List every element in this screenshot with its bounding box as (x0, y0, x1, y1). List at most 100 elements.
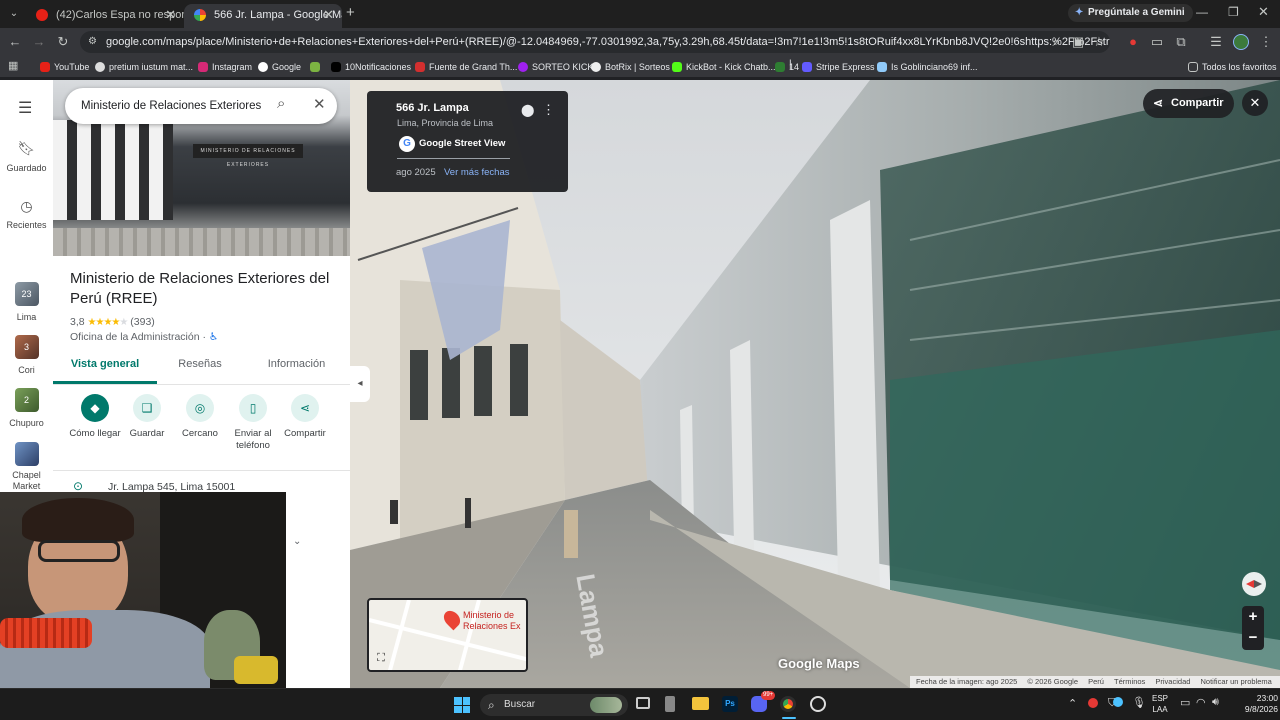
photoshop-icon[interactable]: Ps (722, 696, 738, 712)
street-view-pane[interactable]: Lampa 566 Jr. Lampa Lima, Provincia de L… (350, 80, 1280, 688)
gemini-button[interactable]: ✦ Pregúntale a Gemini (1068, 4, 1193, 22)
history-icon: ◷ (20, 198, 33, 214)
more-options-icon[interactable]: ⋮ (542, 102, 555, 118)
bookmark-fuente-gta[interactable]: Fuente de Grand Th... (415, 59, 517, 75)
minimap[interactable]: Ministerio de Relaciones Ex ⛶ (367, 598, 528, 672)
wifi-icon[interactable]: ◠ (1196, 696, 1206, 709)
place-category[interactable]: Oficina de la Administración (70, 331, 200, 343)
file-explorer-icon[interactable] (692, 697, 709, 710)
bookmark-stripe[interactable]: Stripe Express (802, 59, 875, 75)
forward-icon[interactable]: → (30, 33, 48, 51)
display-icon[interactable]: ▭ (1180, 696, 1190, 709)
zoom-icon[interactable]: ⌕ (1047, 33, 1065, 51)
bookmark-10notificaciones[interactable]: 10Notificaciones (331, 59, 411, 75)
address-bar[interactable]: ⚙ google.com/maps/place/Ministerio+de+Re… (80, 31, 1110, 53)
bookmark-instagram[interactable]: Instagram (198, 59, 252, 75)
tab-youtube[interactable]: (42)Carlos Espa no responde al ✕ (26, 4, 184, 28)
taskbar-search[interactable]: ⌕ Buscar (480, 694, 628, 716)
bookmark-google[interactable]: Google (258, 59, 301, 75)
place-thumbnail (14, 442, 39, 466)
bookmark-star-icon[interactable]: ☆ (1090, 33, 1108, 51)
reload-icon[interactable]: ↻ (54, 33, 72, 51)
minimize-button[interactable]: — (1196, 5, 1208, 19)
zoom-out-button[interactable]: − (1242, 628, 1264, 650)
map-pin-icon[interactable]: ⬤ (521, 103, 534, 117)
extensions-puzzle-icon[interactable]: ⧉ (1172, 33, 1190, 51)
more-dates-link[interactable]: Ver más fechas (444, 167, 509, 178)
close-street-view-button[interactable]: ✕ (1242, 90, 1268, 116)
send-to-phone-button[interactable]: ▯ Enviar al teléfono (225, 394, 281, 452)
recent-place-cori[interactable]: 3 Cori (0, 335, 53, 375)
tab-search-button[interactable]: ⌄ (6, 6, 22, 22)
zoom-in-button[interactable]: + (1242, 606, 1264, 628)
restore-button[interactable]: ❐ (1228, 5, 1239, 19)
bookmark-botrix[interactable]: BotRix | Sorteos (591, 59, 670, 75)
close-window-button[interactable]: ✕ (1258, 4, 1269, 20)
google-g-icon: G (399, 136, 415, 152)
share-street-view-button[interactable]: ⋖ Compartir (1143, 89, 1234, 118)
close-icon[interactable]: ✕ (313, 95, 326, 113)
tray-network-icon[interactable] (1113, 697, 1123, 707)
tray-mic-icon[interactable]: 🎙︎ (1132, 696, 1146, 709)
report-problem-link[interactable]: Notificar un problema (1201, 677, 1272, 686)
search-input[interactable] (81, 96, 261, 116)
extension-box-icon[interactable]: ▭ (1148, 33, 1166, 51)
bookmark-pretium[interactable]: pretium iustum mat... (95, 59, 193, 75)
bookmark-youtube[interactable]: YouTube (40, 59, 89, 75)
recent-place-lima[interactable]: 23 Lima (0, 282, 53, 322)
save-button[interactable]: ❑ Guardar (119, 394, 175, 439)
bookmark-kickbot[interactable]: KickBot - Kick Chatb... (672, 59, 776, 75)
share-button[interactable]: ⋖ Compartir (277, 394, 333, 439)
obs-icon[interactable] (810, 696, 826, 712)
expand-chevron-icon[interactable]: ⌄ (293, 536, 301, 547)
star-rating: ★★★★★ (87, 317, 129, 328)
expand-map-icon[interactable]: ⛶ (373, 652, 389, 668)
clock[interactable]: 23:00 9/8/2026 (1232, 693, 1278, 715)
all-bookmarks[interactable]: Todos los favoritos (1188, 59, 1277, 75)
hamburger-menu-icon[interactable]: ☰ (18, 98, 32, 118)
tray-red-app-icon[interactable] (1088, 698, 1098, 708)
close-tab-icon[interactable]: ✕ (165, 4, 176, 26)
apps-icon[interactable]: ▦ (8, 59, 18, 72)
menu-icon[interactable]: ⋮ (1257, 33, 1275, 51)
discord-badge: 99+ (761, 691, 776, 700)
tab-resenas[interactable]: Reseñas (157, 358, 243, 384)
country-link[interactable]: Perú (1088, 677, 1104, 686)
close-tab-icon[interactable]: ✕ (323, 4, 334, 26)
terms-link[interactable]: Términos (1114, 677, 1145, 686)
start-button[interactable] (454, 697, 470, 713)
tab-vista-general[interactable]: Vista general (53, 358, 157, 384)
privacy-link[interactable]: Privacidad (1155, 677, 1190, 686)
bookmark-goblinciano[interactable]: Is Goblinciano69 inf... (877, 59, 978, 75)
tray-chevron-icon[interactable]: ⌃ (1068, 697, 1077, 710)
directions-button[interactable]: ◆ Cómo llegar (65, 394, 125, 439)
chrome-active-indicator (782, 717, 796, 719)
place-label: Cori (18, 365, 35, 375)
recent-place-chupuro[interactable]: 2 Chupuro (0, 388, 53, 428)
tab-informacion[interactable]: Información (243, 358, 350, 384)
new-tab-button[interactable]: + (346, 4, 362, 22)
collapse-panel-button[interactable]: ◂ (350, 366, 370, 402)
review-count[interactable]: (393) (130, 316, 155, 328)
search-icon[interactable]: ⌕ (277, 95, 285, 112)
task-view-icon[interactable] (636, 697, 650, 709)
back-icon[interactable]: ← (6, 33, 24, 51)
address-row[interactable]: ⊙ Jr. Lampa 545, Lima 15001 (73, 479, 235, 493)
app-generic-icon[interactable] (665, 696, 675, 712)
tab-google-maps[interactable]: 566 Jr. Lampa - Google Maps ✕ (184, 4, 342, 28)
nearby-button[interactable]: ◎ Cercano (172, 394, 228, 439)
search-box[interactable]: ⌕ ✕ (65, 88, 337, 124)
bookmark-sorteo-kick[interactable]: SORTEO KICK (518, 59, 593, 75)
extension-red-icon[interactable]: ● (1124, 33, 1142, 51)
saved-button[interactable]: 🔖︎ Guardado (0, 140, 53, 173)
recents-button[interactable]: ◷ Recientes (0, 198, 53, 231)
install-icon[interactable]: ▣ (1069, 33, 1087, 51)
recent-place-chapel-market[interactable]: Chapel Market (0, 442, 53, 492)
chrome-icon[interactable] (780, 696, 796, 712)
language-indicator[interactable]: ESP LAA (1152, 693, 1168, 715)
tab-groups-icon[interactable]: ☰ (1207, 33, 1225, 51)
site-info-icon[interactable]: ⚙ (88, 31, 97, 53)
profile-avatar[interactable] (1233, 34, 1249, 50)
bookmark-14[interactable]: 14 (775, 59, 799, 75)
volume-icon[interactable]: 🔊︎ (1212, 696, 1219, 709)
